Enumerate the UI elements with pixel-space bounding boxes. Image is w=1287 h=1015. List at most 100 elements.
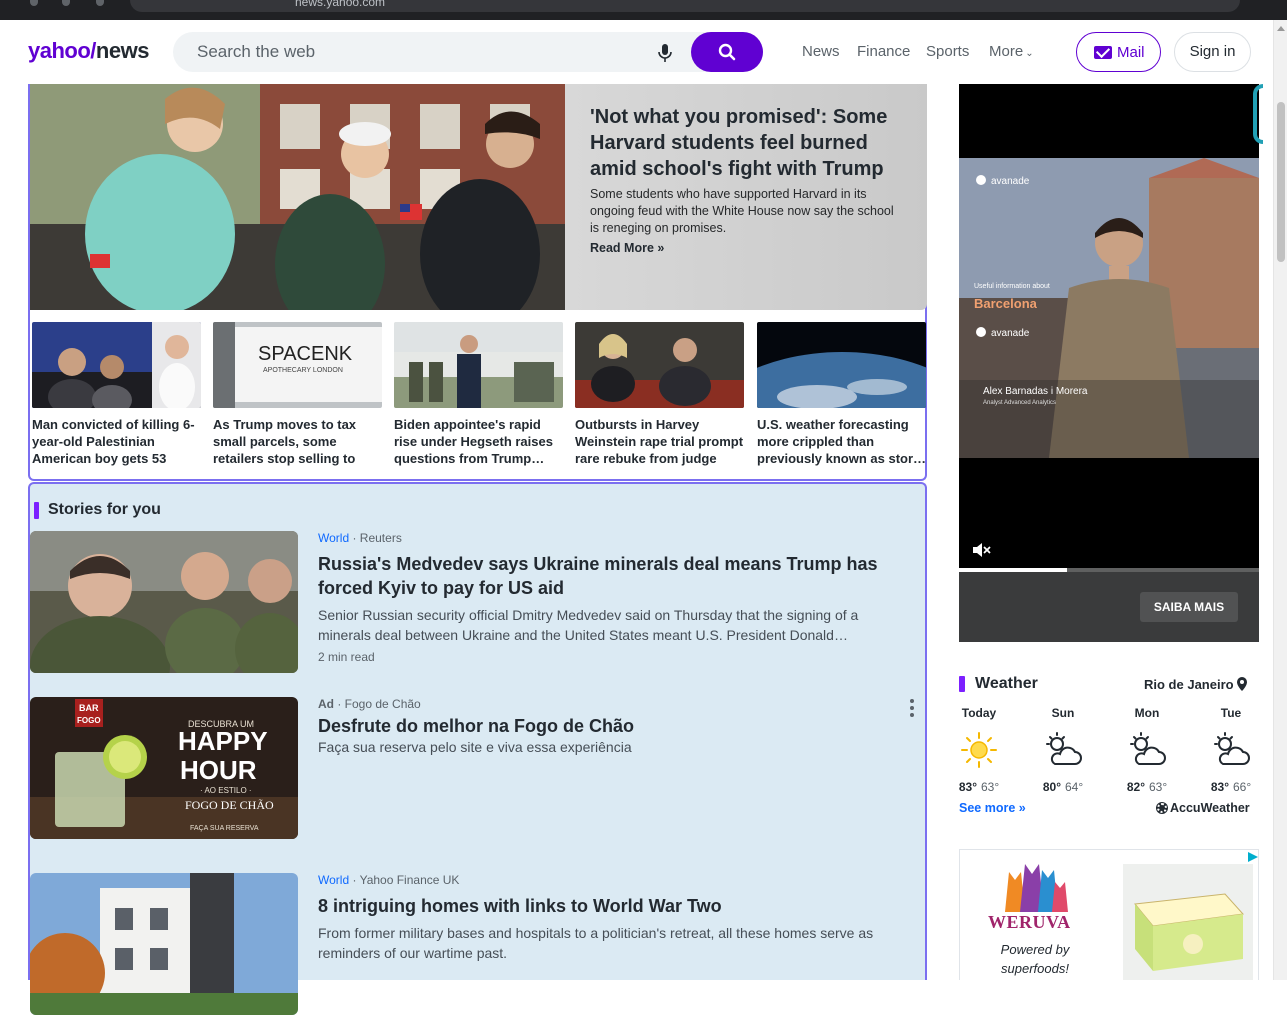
temp-low: 66° [1233, 780, 1252, 794]
mail-icon [1094, 46, 1112, 59]
site-header: yahoo/news News Finance Sports More⌄ Mai… [8, 20, 1272, 84]
weather-day-tue: Tue [1220, 706, 1242, 720]
video-city-text: Barcelona [974, 296, 1038, 311]
thumb-image [575, 322, 744, 408]
partly-cloudy-icon [1130, 732, 1166, 765]
thumb-story[interactable]: Outbursts in Harvey Weinstein rape trial… [575, 322, 745, 467]
story-image[interactable] [30, 873, 298, 1015]
saiba-mais-button[interactable]: SAIBA MAIS [1140, 592, 1238, 622]
more-options-icon[interactable] [910, 699, 914, 720]
spacenk-sub: APOTHECARY LONDON [263, 367, 343, 374]
weather-see-more-link[interactable]: See more » [959, 801, 1026, 815]
back-icon[interactable] [30, 0, 38, 6]
thumb-image [757, 322, 926, 408]
logo-news: news [95, 38, 150, 63]
scrollbar-thumb[interactable] [1277, 102, 1285, 262]
thumb-image [32, 322, 201, 408]
location-pin-icon[interactable] [1236, 677, 1248, 691]
story-title[interactable]: Russia's Medvedev says Ukraine minerals … [318, 552, 888, 600]
accuweather-sun-icon [1157, 803, 1167, 813]
thumb-story[interactable]: Man convicted of killing 6-year-old Pale… [32, 322, 202, 467]
video-ad[interactable]: avanade Useful information about Barcelo… [959, 84, 1263, 642]
partly-cloudy-icon [1214, 732, 1250, 765]
nav-sports[interactable]: Sports [926, 43, 969, 60]
nav-more[interactable]: More ⌄ [989, 43, 1034, 60]
story-item[interactable]: World · Reuters Russia's Medvedev says U… [30, 531, 925, 681]
nav-more-label: More [989, 43, 1024, 60]
read-more-link[interactable]: Read More » [590, 241, 664, 255]
ad-story-item[interactable]: BAR FOGO DESCUBRA UM HAPPY HOUR · AO EST… [30, 697, 925, 847]
temp-high: 82° [1126, 780, 1145, 794]
story-item[interactable]: World · Yahoo Finance UK 8 intriguing ho… [30, 873, 925, 1015]
ad-image[interactable]: BAR FOGO DESCUBRA UM HAPPY HOUR · AO EST… [30, 697, 298, 839]
scroll-up-icon[interactable] [1277, 26, 1285, 31]
story-image[interactable] [30, 531, 298, 673]
video-frame[interactable]: avanade Useful information about Barcelo… [959, 158, 1259, 458]
sign-in-button[interactable]: Sign in [1174, 32, 1251, 72]
mute-icon[interactable] [972, 543, 992, 557]
ad-brand-text: FOGO DE CHÃO [185, 798, 274, 812]
reload-icon[interactable] [96, 0, 104, 6]
story-read-time: 2 min read [318, 650, 375, 664]
story-source: Fogo de Chão [344, 697, 421, 711]
temp-low: 64° [1065, 780, 1084, 794]
logo-yahoo: yahoo/ [28, 38, 96, 63]
nav-finance[interactable]: Finance [857, 43, 910, 60]
ad-fogo-text: FOGO [77, 716, 101, 725]
mail-button[interactable]: Mail [1076, 32, 1161, 72]
weather-temp-sun: 80° 64° [1033, 780, 1093, 794]
hero-summary: Some students who have supported Harvard… [590, 187, 894, 235]
thumb-caption[interactable]: U.S. weather forecasting more crippled t… [757, 416, 927, 467]
search-input[interactable] [195, 32, 615, 72]
nav-news[interactable]: News [802, 43, 840, 60]
thumb-story[interactable]: U.S. weather forecasting more crippled t… [757, 322, 927, 467]
story-title[interactable]: Desfrute do melhor na Fogo de Chão [318, 714, 888, 738]
thumb-caption[interactable]: As Trump moves to tax small parcels, som… [213, 416, 383, 467]
adchoices-icon[interactable] [1248, 852, 1258, 862]
ad-corner-ring [1253, 84, 1263, 144]
thumbnail-stories: Man convicted of killing 6-year-old Pale… [30, 322, 927, 472]
weather-title: Weather [975, 675, 1038, 692]
story-summary: Faça sua reserva pelo site e viva essa e… [318, 739, 632, 755]
ad-hour-text: HOUR [180, 755, 257, 785]
thumb-caption[interactable]: Outbursts in Harvey Weinstein rape trial… [575, 416, 745, 467]
address-bar[interactable]: news.yahoo.com [130, 0, 1240, 12]
weather-accent-bar [959, 676, 965, 692]
ad-happy-text: HAPPY [178, 726, 268, 756]
thumb-image: SPACENK APOTHECARY LONDON [213, 322, 382, 408]
weather-location[interactable]: Rio de Janeiro [1144, 677, 1234, 692]
search-button[interactable] [691, 32, 763, 72]
accuweather-label: AccuWeather [1170, 801, 1250, 815]
weather-widget: Weather Rio de Janeiro Today Sun Mon Tue… [959, 672, 1259, 822]
hero-title[interactable]: 'Not what you promised': Some Harvard st… [590, 104, 910, 182]
thumb-caption[interactable]: Biden appointee's rapid rise under Hegse… [394, 416, 564, 467]
weather-temp-today: 83° 63° [949, 780, 1009, 794]
hero-image[interactable] [30, 84, 565, 310]
story-source: Reuters [359, 531, 402, 545]
product-box-image [1123, 864, 1253, 980]
forward-icon[interactable] [62, 0, 70, 6]
display-ad[interactable]: WERUVA Powered by superfoods! [959, 849, 1259, 980]
weather-day-sun: Sun [1051, 706, 1075, 720]
story-summary: From former military bases and hospitals… [318, 925, 874, 961]
thumb-image [394, 322, 563, 408]
story-meta: World · Yahoo Finance UK [318, 873, 460, 887]
ad-bar-text: BAR [79, 703, 99, 713]
thumb-story[interactable]: Biden appointee's rapid rise under Hegse… [394, 322, 564, 467]
video-useful-text: Useful information about [974, 283, 1050, 290]
heading-accent-bar [34, 502, 39, 519]
story-title[interactable]: 8 intriguing homes with links to World W… [318, 894, 888, 918]
microphone-icon[interactable] [657, 43, 673, 63]
story-summary: Senior Russian security official Dmitry … [318, 607, 859, 643]
story-category[interactable]: World [318, 873, 349, 887]
temp-low: 63° [1149, 780, 1168, 794]
yahoo-news-logo[interactable]: yahoo/news [28, 38, 149, 64]
accuweather-logo[interactable]: AccuWeather [1157, 801, 1250, 815]
thumb-story[interactable]: SPACENK APOTHECARY LONDON As Trump moves … [213, 322, 383, 467]
search-icon [718, 43, 736, 61]
thumb-caption[interactable]: Man convicted of killing 6-year-old Pale… [32, 416, 202, 467]
weruva-cats-logo [1005, 864, 1068, 912]
story-category[interactable]: World [318, 531, 349, 545]
page-scrollbar[interactable] [1273, 20, 1287, 980]
avanade-logo-top: avanade [991, 176, 1030, 187]
